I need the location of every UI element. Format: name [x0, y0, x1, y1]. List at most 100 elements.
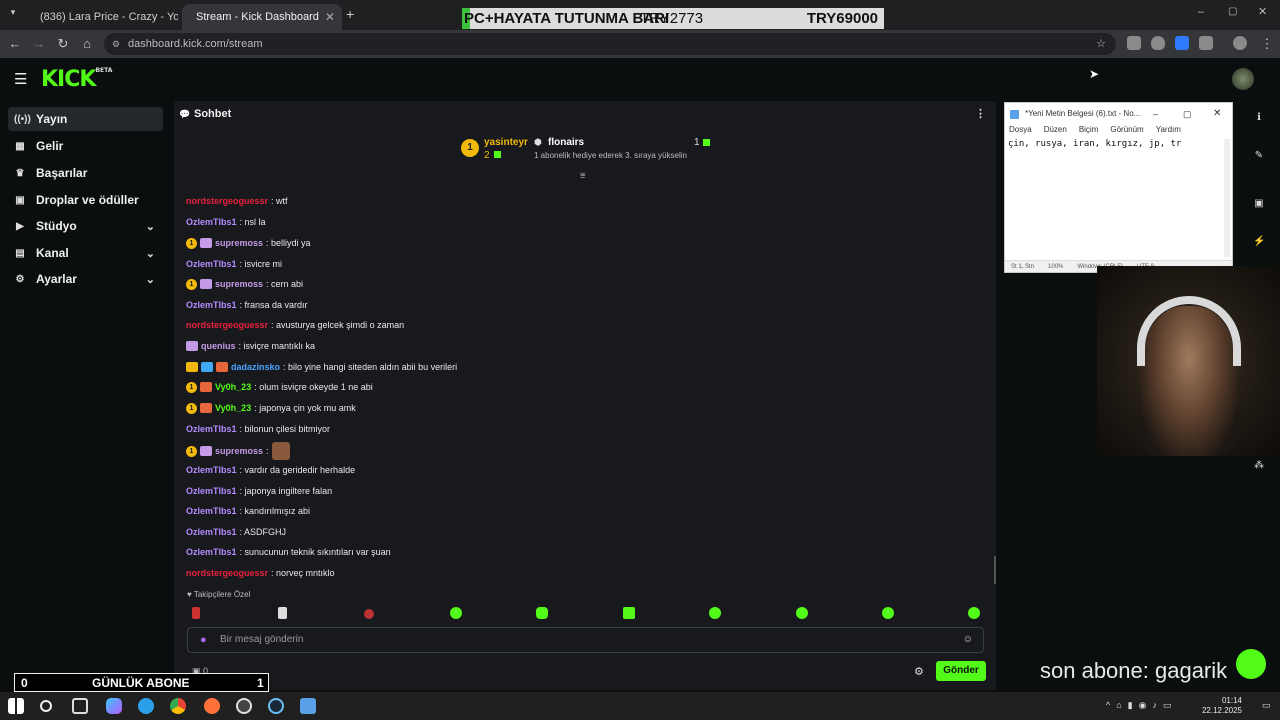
chat-username[interactable]: OzlemTlbs1: [186, 545, 237, 559]
chat-username[interactable]: Vy0h_23: [215, 401, 251, 415]
chat-username[interactable]: OzlemTlbs1: [186, 422, 237, 436]
sidebar-item-ayarlar[interactable]: ⚙ Ayarlar ⌄: [8, 267, 163, 291]
obs-icon[interactable]: [236, 698, 252, 714]
copilot-icon[interactable]: [106, 698, 122, 714]
sidebar-item-droplar[interactable]: ▣ Droplar ve ödüller: [8, 188, 163, 212]
mic-icon[interactable]: ●: [200, 628, 207, 652]
user-avatar[interactable]: [1232, 68, 1254, 90]
network-icon[interactable]: ⁂: [1253, 460, 1265, 472]
site-info-icon[interactable]: ⚙: [112, 33, 120, 55]
lightning-icon[interactable]: ⚡: [1253, 236, 1265, 248]
collapse-pinned-icon[interactable]: ⩸: [580, 170, 585, 181]
hamburger-menu-icon[interactable]: ☰: [14, 70, 27, 88]
firefox-icon[interactable]: [204, 698, 220, 714]
chat-username[interactable]: nordstergeoguessr: [186, 194, 268, 208]
chat-username[interactable]: quenius: [201, 339, 236, 353]
emote-icon[interactable]: [450, 607, 462, 619]
task-view-icon[interactable]: [72, 698, 88, 714]
emote-icon[interactable]: [968, 607, 980, 619]
second-user[interactable]: flonairs: [548, 137, 584, 148]
chat-username[interactable]: Vy0h_23: [215, 380, 251, 394]
chat-username[interactable]: OzlemTlbs1: [186, 463, 237, 477]
emote-icon[interactable]: [882, 607, 894, 619]
chat-username[interactable]: OzlemTlbs1: [186, 525, 237, 539]
sidebar-item-yayin[interactable]: ((•)) Yayın: [8, 107, 163, 131]
sidebar-item-kanal[interactable]: ▤ Kanal ⌄: [8, 241, 163, 265]
edit-icon[interactable]: ✎: [1253, 150, 1265, 162]
system-tray[interactable]: ^⌂▮◉♪▭: [1106, 700, 1177, 711]
emote-icon[interactable]: [192, 607, 200, 619]
clock[interactable]: 01:14 22.12.2025: [1202, 696, 1242, 716]
bookmark-star-icon[interactable]: ☆: [1096, 33, 1106, 55]
notepad-titlebar[interactable]: *Yeni Metin Belgesi (6).txt - No... – ▢ …: [1005, 103, 1232, 125]
sidebar-item-gelir[interactable]: ▦ Gelir: [8, 134, 163, 158]
back-button[interactable]: ←: [6, 35, 24, 53]
maximize-button[interactable]: ▢: [1228, 6, 1237, 17]
maximize-button[interactable]: ▢: [1183, 103, 1192, 125]
chat-username[interactable]: dadazinsko: [231, 360, 280, 374]
chat-message-input[interactable]: ● Bir mesaj gönderin ☺: [187, 627, 984, 653]
chat-username[interactable]: supremoss: [215, 277, 263, 291]
sidebar-item-basarilar[interactable]: ♛ Başarılar: [8, 161, 163, 185]
chat-settings-icon[interactable]: ⚙: [914, 665, 924, 678]
chat-username[interactable]: OzlemTlbs1: [186, 504, 237, 518]
browser-menu-icon[interactable]: ⋮: [1258, 35, 1276, 53]
windows-start-icon[interactable]: [8, 698, 24, 714]
notepad-scrollbar[interactable]: [1224, 139, 1230, 257]
minimize-button[interactable]: –: [1153, 103, 1158, 125]
sidebar-item-studyo[interactable]: ▶ Stüdyo ⌄: [8, 214, 163, 238]
chat-username[interactable]: nordstergeoguessr: [186, 566, 268, 580]
menu-dosya[interactable]: Dosya: [1009, 125, 1032, 134]
chat-username[interactable]: OzlemTlbs1: [186, 298, 237, 312]
chrome-icon[interactable]: [170, 698, 186, 714]
reload-button[interactable]: ↻: [54, 35, 72, 53]
screen-icon[interactable]: ▣: [1253, 198, 1265, 210]
emote-icon[interactable]: [278, 607, 287, 619]
wave-extension-icon[interactable]: [1175, 36, 1189, 50]
kebab-menu-icon[interactable]: ⋮: [975, 101, 986, 127]
menu-yardim[interactable]: Yardım: [1156, 125, 1181, 134]
chat-username[interactable]: OzlemTlbs1: [186, 257, 237, 271]
close-icon[interactable]: ✕: [325, 10, 335, 24]
extension-icon[interactable]: [1127, 36, 1141, 50]
notepad-menubar: Dosya Düzen Biçim Görünüm Yardım: [1009, 125, 1181, 134]
puzzle-icon[interactable]: [1199, 36, 1213, 50]
tab-kick-dashboard[interactable]: Stream - Kick Dashboard ✕: [182, 4, 342, 30]
close-button[interactable]: ✕: [1213, 103, 1221, 125]
emote-icon[interactable]: [796, 607, 808, 619]
send-button[interactable]: Gönder: [936, 661, 986, 681]
chat-username[interactable]: supremoss: [215, 444, 263, 458]
emote-icon[interactable]: [536, 607, 548, 619]
url-bar[interactable]: ⚙ dashboard.kick.com/stream ☆: [104, 33, 1116, 55]
search-icon[interactable]: [40, 700, 52, 712]
chat-username[interactable]: supremoss: [215, 236, 263, 250]
chat-username[interactable]: nordstergeoguessr: [186, 318, 268, 332]
leader-user[interactable]: yasinteyr: [484, 137, 528, 148]
edge-icon[interactable]: [138, 698, 154, 714]
shield-icon[interactable]: [1151, 36, 1165, 50]
profile-avatar[interactable]: [1233, 36, 1247, 50]
notepad-text-area[interactable]: çin, rusya, iran, kırgız, jp, tr: [1008, 139, 1181, 149]
notepad-taskbar-icon[interactable]: [300, 698, 316, 714]
tab-youtube[interactable]: (836) Lara Price - Crazy - YouTu ✕: [26, 4, 178, 30]
notification-icon[interactable]: ▭: [1262, 700, 1271, 711]
emote-icon[interactable]: [709, 607, 721, 619]
home-button[interactable]: ⌂: [78, 35, 96, 53]
menu-gorunum[interactable]: Görünüm: [1110, 125, 1143, 134]
chat-username[interactable]: OzlemTlbs1: [186, 215, 237, 229]
emoji-icon[interactable]: ☺: [963, 628, 973, 652]
steam-icon[interactable]: [268, 698, 284, 714]
new-tab-button[interactable]: +: [346, 6, 354, 22]
menu-duzen[interactable]: Düzen: [1044, 125, 1067, 134]
emote-icon[interactable]: [364, 609, 374, 619]
chat-scrollbar[interactable]: [994, 556, 996, 584]
kick-logo[interactable]: KICKBETA: [41, 67, 112, 92]
minimize-button[interactable]: –: [1198, 6, 1204, 18]
close-window-button[interactable]: ✕: [1258, 5, 1267, 18]
info-icon[interactable]: ℹ: [1253, 112, 1265, 124]
forward-button[interactable]: →: [30, 35, 48, 53]
menu-bicim[interactable]: Biçim: [1079, 125, 1099, 134]
tab-search-button[interactable]: ▾: [6, 7, 20, 21]
emote-icon[interactable]: [623, 607, 635, 619]
chat-username[interactable]: OzlemTlbs1: [186, 484, 237, 498]
